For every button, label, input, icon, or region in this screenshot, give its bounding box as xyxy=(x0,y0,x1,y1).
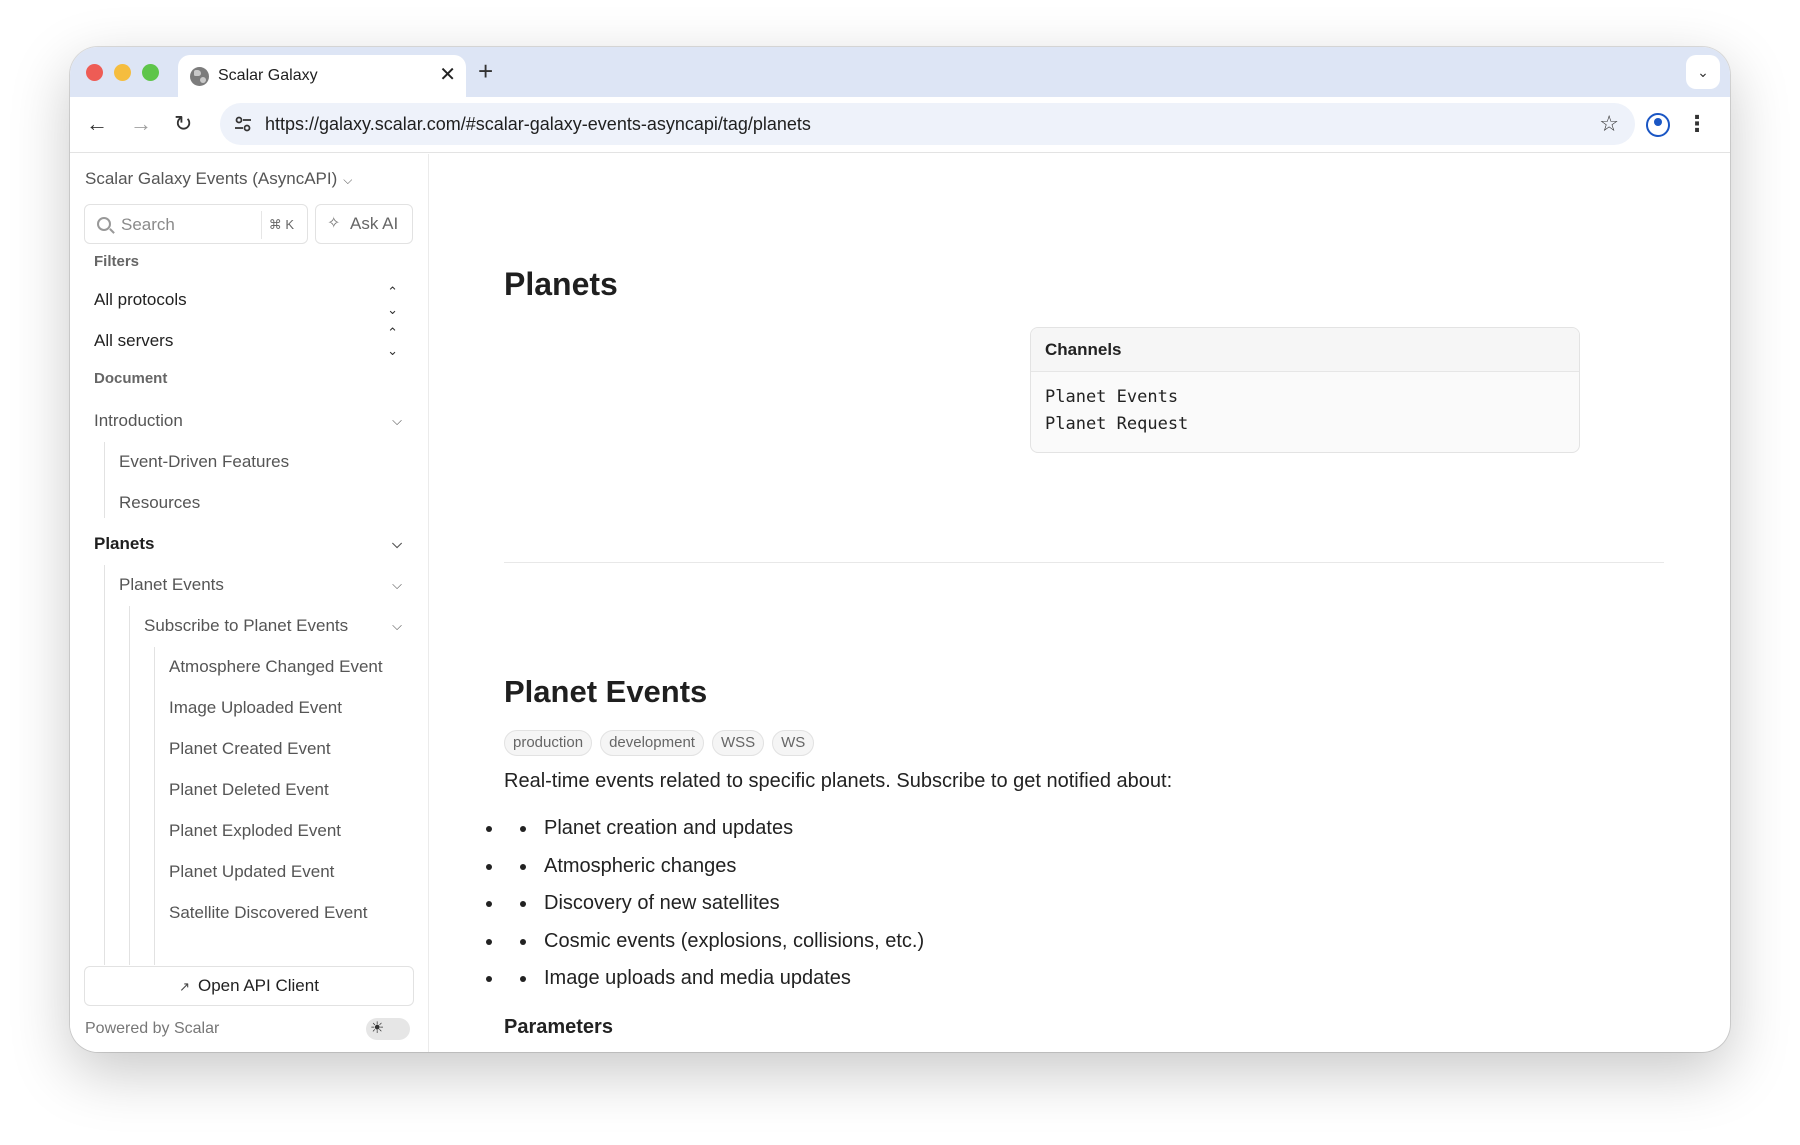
section-description: Real-time events related to specific pla… xyxy=(504,770,1173,792)
chevron-down-icon: ⌵ xyxy=(392,577,402,592)
sparkle-icon: ✧ xyxy=(327,215,341,232)
sidebar-item-event[interactable]: Satellite Discovered Event xyxy=(169,895,409,931)
list-item: Discovery of new satellites xyxy=(504,885,924,923)
list-item: Cosmic events (explosions, collisions, e… xyxy=(504,923,924,961)
server-badge: WSS xyxy=(711,730,765,756)
document-heading: Document xyxy=(94,370,168,387)
bookmark-star-icon[interactable]: ☆ xyxy=(1599,111,1619,137)
protocol-filter-value: All protocols xyxy=(94,290,187,309)
api-selector[interactable]: Scalar Galaxy Events (AsyncAPI) ⌵ xyxy=(85,169,352,189)
feature-list: Planet creation and updates Atmospheric … xyxy=(504,810,924,998)
tab-search-button[interactable]: ⌄ xyxy=(1686,55,1720,89)
protocol-filter[interactable]: All protocols ⌃ ⌄ xyxy=(94,282,404,318)
channel-link[interactable]: Planet Request xyxy=(1045,411,1565,438)
forward-arrow-icon[interactable]: → xyxy=(130,109,152,139)
search-shortcut: ⌘ K xyxy=(260,211,301,239)
sidebar: Scalar Galaxy Events (AsyncAPI) ⌵ Search … xyxy=(70,154,429,1052)
tab-title: Scalar Galaxy xyxy=(218,67,318,84)
sidebar-item-event[interactable]: Image Uploaded Event xyxy=(169,690,409,726)
sidebar-item-event[interactable]: Atmosphere Changed Event xyxy=(169,649,409,685)
select-updown-icon: ⌃ ⌄ xyxy=(387,325,398,358)
list-item-text: Discovery of new satellites xyxy=(544,892,780,914)
close-window-button[interactable] xyxy=(86,64,103,81)
sidebar-item-label: Planets xyxy=(94,534,155,553)
powered-by-link[interactable]: Powered by Scalar xyxy=(85,1020,219,1038)
channels-card: Channels Planet Events Planet Request xyxy=(1030,327,1580,453)
reload-icon[interactable]: ↻ xyxy=(174,109,192,139)
sidebar-item-event[interactable]: Planet Updated Event xyxy=(169,854,409,890)
sidebar-item-label: Introduction xyxy=(94,411,183,430)
sidebar-item-resources[interactable]: Resources xyxy=(119,485,404,521)
tree-guide-line xyxy=(104,442,105,518)
open-api-client-label: Open API Client xyxy=(197,976,319,995)
url-text: https://galaxy.scalar.com/#scalar-galaxy… xyxy=(265,114,811,134)
sidebar-item-planet-events[interactable]: Planet Events ⌵ xyxy=(119,567,404,603)
external-arrow-icon: ↗ xyxy=(179,979,190,994)
menu-kebab-icon[interactable]: ⋮ xyxy=(1686,110,1708,138)
maximize-window-button[interactable] xyxy=(142,64,159,81)
sidebar-item-event[interactable]: Planet Created Event xyxy=(169,731,409,767)
sun-icon: ☀ xyxy=(370,1020,385,1037)
server-badge: production xyxy=(504,730,593,756)
browser-toolbar: ← → ↻ https://galaxy.scalar.com/#scalar-… xyxy=(70,97,1730,153)
sidebar-item-event-driven-features[interactable]: Event-Driven Features xyxy=(119,444,404,480)
server-badge: development xyxy=(600,730,704,756)
tab-strip: Scalar Galaxy ✕ + ⌄ xyxy=(70,47,1730,97)
chevron-down-icon: ⌵ xyxy=(392,413,402,428)
chevron-down-icon: ⌵ xyxy=(392,618,402,633)
channel-link[interactable]: Planet Events xyxy=(1045,384,1565,411)
profile-icon[interactable] xyxy=(1646,113,1670,137)
channels-heading: Channels xyxy=(1031,328,1579,372)
site-settings-icon[interactable] xyxy=(232,113,254,135)
sidebar-item-event[interactable]: Planet Deleted Event xyxy=(169,772,409,808)
chevron-down-icon: ⌵ xyxy=(343,173,353,187)
close-tab-icon[interactable]: ✕ xyxy=(439,64,456,86)
list-item-text: Image uploads and media updates xyxy=(544,967,851,989)
tree-guide-line xyxy=(154,647,155,965)
globe-icon xyxy=(190,67,209,86)
sidebar-item-label: Planet Events xyxy=(119,575,224,594)
sidebar-item-event[interactable]: Planet Exploded Event xyxy=(169,813,409,849)
theme-toggle[interactable]: ☀ xyxy=(366,1018,410,1040)
server-badge: WS xyxy=(772,730,815,756)
new-tab-button[interactable]: + xyxy=(478,56,493,86)
page-title: Planets xyxy=(504,266,618,302)
section-divider xyxy=(504,562,1664,563)
list-item: Image uploads and media updates xyxy=(504,960,924,998)
list-item: Atmospheric changes xyxy=(504,848,924,886)
sidebar-item-introduction[interactable]: Introduction ⌵ xyxy=(94,403,404,439)
sidebar-item-planets[interactable]: Planets ⌵ xyxy=(94,526,404,562)
server-badges: production development WSS WS xyxy=(504,730,815,756)
tree-guide-line xyxy=(129,606,130,965)
sidebar-item-subscribe-planet-events[interactable]: Subscribe to Planet Events ⌵ xyxy=(144,608,404,644)
filters-heading: Filters xyxy=(94,253,140,270)
open-api-client-button[interactable]: ↗ Open API Client xyxy=(84,966,414,1006)
chevron-down-icon: ⌄ xyxy=(1697,64,1709,80)
ask-ai-button[interactable]: ✧ Ask AI xyxy=(315,204,413,244)
search-input[interactable]: Search ⌘ K xyxy=(84,204,308,244)
sidebar-item-label: Subscribe to Planet Events xyxy=(144,616,349,635)
parameters-heading: Parameters xyxy=(504,1016,613,1038)
minimize-window-button[interactable] xyxy=(114,64,131,81)
search-icon xyxy=(97,217,111,231)
list-item: Planet creation and updates xyxy=(504,810,924,848)
list-item-text: Planet creation and updates xyxy=(544,817,794,839)
main-content: Planets Channels Planet Events Planet Re… xyxy=(430,154,1730,1052)
back-arrow-icon[interactable]: ← xyxy=(86,109,108,139)
list-item-text: Atmospheric changes xyxy=(544,854,737,877)
browser-tab[interactable]: Scalar Galaxy ✕ xyxy=(178,55,466,97)
list-item-text: Cosmic events (explosions, collisions, e… xyxy=(544,929,925,952)
server-filter-value: All servers xyxy=(94,331,174,350)
server-filter[interactable]: All servers ⌃ ⌄ xyxy=(94,323,404,359)
section-title: Planet Events xyxy=(504,674,708,709)
chevron-down-icon: ⌵ xyxy=(392,536,402,551)
page-content: Scalar Galaxy Events (AsyncAPI) ⌵ Search … xyxy=(70,154,1730,1052)
tree-guide-line xyxy=(104,565,105,965)
ask-ai-label: Ask AI xyxy=(350,214,399,233)
select-updown-icon: ⌃ ⌄ xyxy=(387,284,398,317)
api-title: Scalar Galaxy Events (AsyncAPI) xyxy=(85,169,338,188)
address-bar[interactable]: https://galaxy.scalar.com/#scalar-galaxy… xyxy=(220,103,1635,145)
browser-window: Scalar Galaxy ✕ + ⌄ ← → ↻ https://galaxy… xyxy=(70,47,1730,1052)
search-placeholder: Search xyxy=(121,215,175,234)
